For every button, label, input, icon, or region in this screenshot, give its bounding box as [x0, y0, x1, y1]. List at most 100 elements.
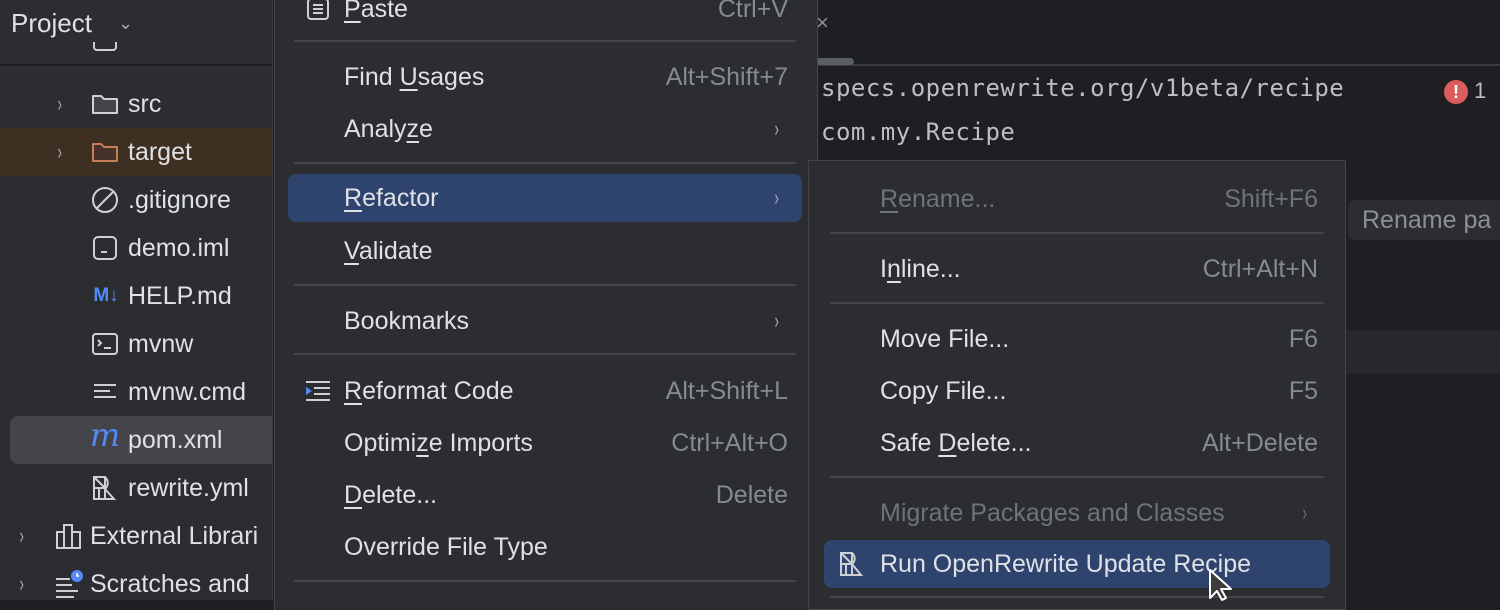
shortcut-label: F6 [1288, 324, 1318, 353]
openrewrite-icon [838, 550, 866, 578]
paste-icon [304, 0, 332, 23]
submenu-item-migrate[interactable]: Migrate Packages and Classes › [824, 491, 1330, 535]
tree-item-help-md[interactable]: M↓ HELP.md [0, 272, 272, 320]
menu-item-label: Analyze [344, 114, 433, 143]
tree-item-src[interactable]: › src [0, 80, 272, 128]
module-file-icon [90, 233, 120, 263]
expand-arrow-icon[interactable]: › [57, 139, 61, 165]
expand-arrow-icon[interactable]: › [19, 523, 23, 549]
menu-item-label: Refactor [344, 183, 439, 212]
project-title[interactable]: Project [11, 8, 92, 39]
submenu-item-rename[interactable]: Rename... Shift+F6 [824, 177, 1330, 221]
error-count[interactable]: 1 [1474, 78, 1486, 104]
chevron-right-icon: › [774, 185, 779, 210]
tree-item-label: External Librari [90, 521, 259, 550]
chevron-right-icon: › [774, 308, 779, 333]
rename-hint-popup[interactable]: Rename pa [1348, 200, 1500, 240]
submenu-item-inline[interactable]: Inline... Ctrl+Alt+N [824, 247, 1330, 291]
tree-item-rewrite-yml[interactable]: rewrite.yml [0, 464, 272, 512]
tree-item-label: Scratches and [90, 569, 250, 598]
code-line[interactable]: specs.openrewrite.org/v1beta/recipe [821, 74, 1344, 102]
menu-item-label: Find Usages [344, 62, 485, 91]
folder-icon [90, 42, 120, 58]
menu-separator [294, 284, 796, 286]
menu-item-label: Reformat Code [344, 376, 514, 405]
tree-item-mvnw-cmd[interactable]: mvnw.cmd [0, 368, 272, 416]
tree-item-scratches[interactable]: › Scratches and [0, 560, 272, 608]
rename-hint-label: Rename pa [1362, 205, 1492, 234]
menu-item-refactor[interactable]: Refactor › [288, 174, 802, 222]
chevron-right-icon: › [774, 116, 779, 141]
menu-item-override-file-type[interactable]: Override File Type [288, 525, 802, 569]
tree-item-label: src [128, 89, 162, 118]
tree-item-label: .gitignore [128, 185, 231, 214]
text-file-icon [90, 377, 120, 407]
error-icon[interactable]: ! [1444, 80, 1468, 104]
shortcut-label: Ctrl+V [717, 0, 788, 23]
menu-item-label: Paste [344, 0, 408, 23]
menu-item-label: Override File Type [344, 532, 548, 561]
menu-item-paste[interactable]: Paste Ctrl+V [288, 0, 802, 31]
menu-item-label: Validate [344, 236, 433, 265]
menu-item-label: Move File... [880, 324, 1010, 353]
expand-arrow-icon[interactable]: › [57, 91, 61, 117]
code-line[interactable]: com.my.Recipe [821, 118, 1015, 146]
library-icon [54, 521, 84, 551]
scratches-icon [54, 569, 84, 599]
tree-row-partial [0, 42, 272, 64]
expand-arrow-icon[interactable]: › [19, 571, 23, 597]
tree-item-external-libraries[interactable]: › External Librari [0, 512, 272, 560]
error-glyph: ! [1453, 81, 1459, 102]
menu-separator [830, 596, 1324, 598]
reformat-icon [304, 377, 332, 405]
tree-item-mvnw[interactable]: mvnw [0, 320, 272, 368]
tree-item-label: demo.iml [128, 233, 230, 262]
menu-item-optimize-imports[interactable]: Optimize Imports Ctrl+Alt+O [288, 421, 802, 465]
menu-item-label: Inline... [880, 254, 961, 283]
tree-item-label: pom.xml [128, 425, 223, 454]
menu-item-label: Copy File... [880, 376, 1007, 405]
menu-item-label: Delete... [344, 480, 438, 509]
tree-item-label: mvnw [128, 329, 194, 358]
shortcut-label: Ctrl+Alt+O [671, 428, 788, 457]
menu-item-label: Migrate Packages and Classes [880, 498, 1225, 527]
shortcut-label: F5 [1288, 376, 1318, 405]
submenu-item-copy-file[interactable]: Copy File... F5 [824, 369, 1330, 413]
menu-separator [294, 580, 796, 582]
shortcut-label: Alt+Delete [1201, 428, 1318, 457]
tree-item-target[interactable]: › target [0, 128, 272, 176]
tree-item-gitignore[interactable]: .gitignore [0, 176, 272, 224]
tree-item-label: mvnw.cmd [128, 377, 247, 406]
menu-item-validate[interactable]: Validate [288, 229, 802, 273]
tab-scrollbar[interactable] [818, 58, 854, 65]
ignore-file-icon [90, 185, 120, 215]
menu-separator [294, 353, 796, 355]
menu-separator [830, 476, 1324, 478]
maven-icon: m [89, 416, 121, 454]
menu-item-label: Optimize Imports [344, 428, 533, 457]
tree-item-label: rewrite.yml [128, 473, 249, 502]
shell-script-icon [90, 329, 120, 359]
tree-item-demo-iml[interactable]: demo.iml [0, 224, 272, 272]
folder-icon [90, 89, 120, 119]
shortcut-label: Alt+Shift+7 [665, 62, 788, 91]
submenu-item-safe-delete[interactable]: Safe Delete... Alt+Delete [824, 421, 1330, 465]
menu-item-analyze[interactable]: Analyze › [288, 107, 802, 151]
menu-item-find-usages[interactable]: Find Usages Alt+Shift+7 [288, 55, 802, 99]
tree-item-pom-xml[interactable]: m pom.xml [10, 416, 272, 464]
shortcut-label: Delete [715, 480, 788, 509]
menu-separator [830, 232, 1324, 234]
menu-item-label: Safe Delete... [880, 428, 1032, 457]
menu-separator [830, 302, 1324, 304]
openrewrite-icon [90, 473, 120, 503]
menu-item-reformat-code[interactable]: Reformat Code Alt+Shift+L [288, 369, 802, 413]
submenu-item-move-file[interactable]: Move File... F6 [824, 317, 1330, 361]
markdown-icon: M↓ [93, 285, 119, 306]
current-line-highlight [1346, 330, 1500, 374]
menu-item-label: Run OpenRewrite Update Recipe [880, 549, 1252, 578]
menu-item-bookmarks[interactable]: Bookmarks › [288, 299, 802, 343]
menu-item-delete[interactable]: Delete... Delete [288, 473, 802, 517]
chevron-down-icon[interactable]: ⌄ [118, 13, 133, 34]
shortcut-label: Shift+F6 [1224, 184, 1318, 213]
submenu-item-run-openrewrite[interactable]: Run OpenRewrite Update Recipe [824, 540, 1330, 588]
